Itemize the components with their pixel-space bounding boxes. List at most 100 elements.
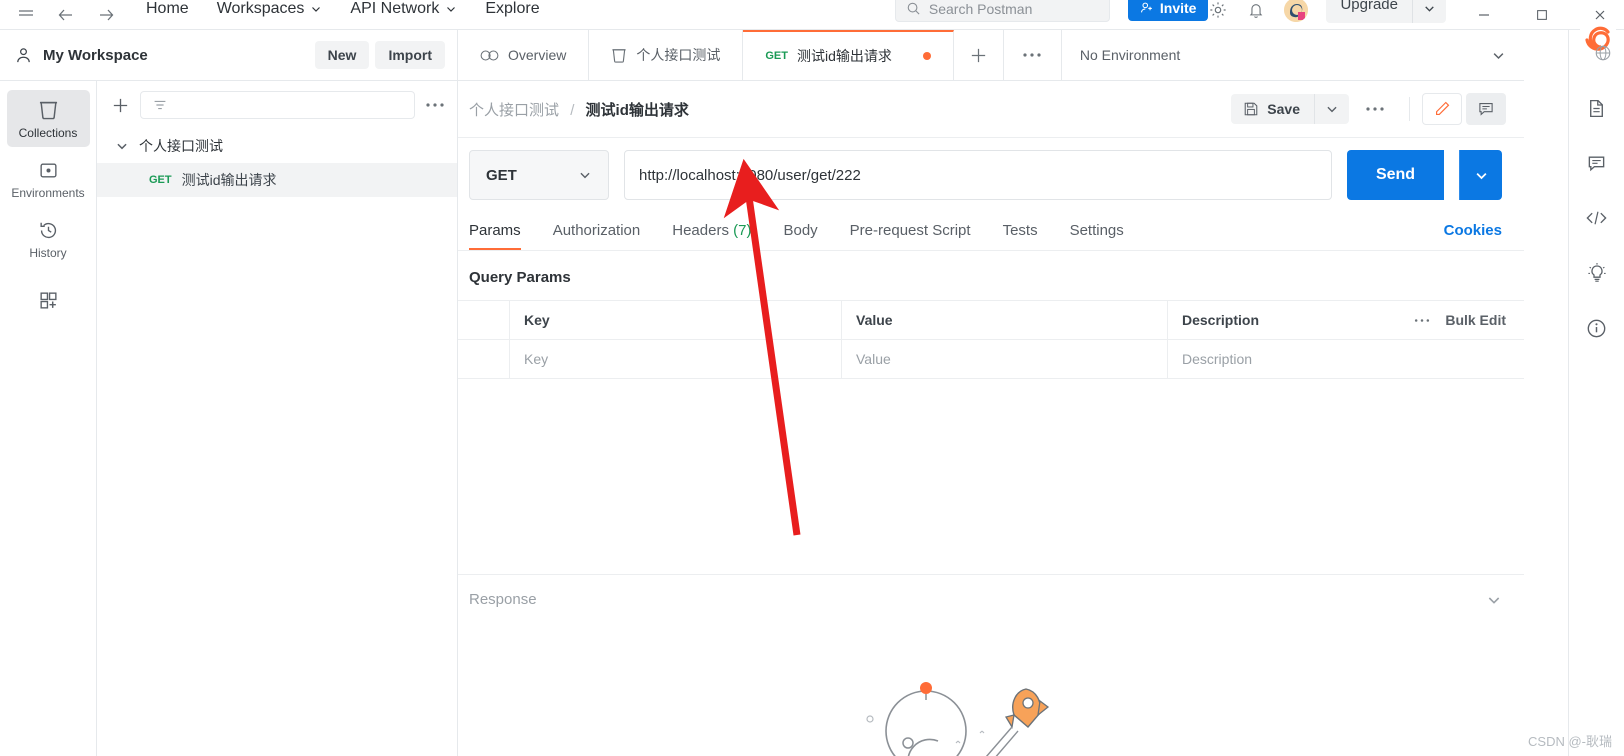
- sidebar-item-history-label: History: [29, 246, 67, 260]
- save-disk-icon: [1243, 101, 1259, 117]
- window-minimize-button[interactable]: [1464, 0, 1504, 29]
- nav-link-workspaces[interactable]: Workspaces: [203, 0, 337, 18]
- table-row[interactable]: Key Value Description: [458, 340, 1524, 379]
- url-text: http://localhost:8080/user/get/222: [639, 166, 861, 184]
- workspace-name: My Workspace: [43, 46, 148, 64]
- edit-request-button[interactable]: [1422, 93, 1462, 125]
- collections-more-button[interactable]: [425, 102, 445, 108]
- tab-pre-request-script[interactable]: Pre-request Script: [850, 222, 971, 250]
- code-snippet-icon[interactable]: [1585, 208, 1608, 228]
- tab-overview[interactable]: Overview: [458, 30, 590, 80]
- send-options-button[interactable]: [1459, 150, 1502, 200]
- sidebar-item-environments-label: Environments: [11, 186, 85, 200]
- gear-icon[interactable]: [1208, 0, 1228, 20]
- table-more-button[interactable]: [1413, 318, 1431, 323]
- empty-response-illustration: [858, 671, 1078, 756]
- table-header-row: Key Value Description Bulk Edit: [458, 301, 1524, 340]
- row-checkbox-cell[interactable]: [458, 340, 510, 378]
- tab-params-label: Params: [469, 222, 521, 239]
- send-button[interactable]: Send: [1347, 150, 1444, 200]
- sidebar-item-environments[interactable]: Environments: [7, 151, 90, 207]
- watermark-text: CSDN @-耿瑞: [1528, 734, 1612, 749]
- collection-folder-name: 个人接口测试: [139, 138, 223, 154]
- invite-label: Invite: [1159, 0, 1197, 16]
- chevron-down-icon[interactable]: [115, 139, 129, 153]
- save-button[interactable]: Save: [1231, 94, 1314, 124]
- tab-headers[interactable]: Headers (7): [672, 222, 751, 250]
- tab-body[interactable]: Body: [783, 222, 817, 250]
- avatar[interactable]: [1284, 0, 1309, 22]
- nav-link-home[interactable]: Home: [132, 0, 203, 18]
- request-header-bar: 个人接口测试 / 测试id输出请求 Save: [458, 81, 1524, 138]
- collections-filter-input[interactable]: [140, 91, 415, 119]
- back-arrow-icon[interactable]: [56, 5, 76, 25]
- header-checkbox-cell: [458, 301, 510, 339]
- request-method-label: GET: [149, 174, 172, 186]
- bulk-edit-button[interactable]: Bulk Edit: [1445, 312, 1506, 328]
- save-options-button[interactable]: [1314, 94, 1349, 124]
- sidebar-item-history[interactable]: History: [7, 211, 90, 267]
- save-label: Save: [1267, 101, 1300, 117]
- url-input[interactable]: http://localhost:8080/user/get/222: [624, 150, 1332, 200]
- request-more-button[interactable]: [1349, 106, 1401, 112]
- breadcrumb-separator: /: [570, 101, 575, 119]
- new-tab-button[interactable]: [954, 30, 1004, 80]
- search-input[interactable]: Search Postman: [894, 0, 1110, 22]
- tab-body-label: Body: [783, 222, 818, 239]
- tab-params[interactable]: Params: [469, 222, 521, 250]
- forward-arrow-icon[interactable]: [96, 5, 116, 25]
- breadcrumb-current: 测试id输出请求: [585, 101, 689, 119]
- comment-request-button[interactable]: [1466, 93, 1506, 125]
- add-collection-button[interactable]: [111, 96, 130, 115]
- bell-icon[interactable]: [1246, 0, 1266, 20]
- collection-request-row[interactable]: GET 测试id输出请求: [97, 163, 457, 197]
- unsaved-changes-dot: [922, 52, 931, 60]
- cookies-link[interactable]: Cookies: [1444, 222, 1502, 250]
- chevron-down-icon: [447, 6, 456, 12]
- info-lightbulb-icon[interactable]: [1586, 262, 1608, 284]
- query-params-table: Key Value Description Bulk Edit Key Valu…: [458, 300, 1524, 379]
- upgrade-button[interactable]: Upgrade: [1326, 0, 1446, 23]
- response-label: Response: [469, 591, 537, 608]
- overview-icon: [480, 48, 499, 63]
- info-icon[interactable]: [1586, 318, 1607, 339]
- sidebar-item-collections[interactable]: Collections: [6, 90, 90, 147]
- request-main-panel: 个人接口测试 / 测试id输出请求 Save GET http://localh…: [458, 81, 1524, 756]
- documentation-icon[interactable]: [1586, 98, 1607, 119]
- hamburger-icon[interactable]: [16, 5, 36, 25]
- chevron-down-icon[interactable]: [1412, 0, 1446, 23]
- collection-folder-row[interactable]: 个人接口测试: [97, 129, 457, 163]
- send-label: Send: [1375, 166, 1416, 183]
- row-value-input[interactable]: Value: [842, 340, 1168, 378]
- row-key-input[interactable]: Key: [510, 340, 842, 378]
- right-rail: [1568, 30, 1624, 756]
- nav-link-api-network[interactable]: API Network: [336, 0, 471, 18]
- new-button[interactable]: New: [314, 41, 370, 69]
- http-method-select[interactable]: GET: [469, 150, 609, 200]
- tab-collection[interactable]: 个人接口测试: [589, 30, 744, 80]
- tab-settings[interactable]: Settings: [1070, 222, 1124, 250]
- globe-icon[interactable]: [1594, 44, 1612, 67]
- header-divider: [1409, 97, 1410, 121]
- invite-button[interactable]: Invite: [1127, 0, 1209, 21]
- window-maximize-button[interactable]: [1522, 0, 1562, 29]
- import-button[interactable]: Import: [375, 41, 445, 69]
- pencil-icon: [1433, 100, 1451, 118]
- nav-link-explore[interactable]: Explore: [471, 0, 553, 18]
- top-navigation-bar: Home Workspaces API Network Explore Sear…: [0, 0, 1624, 30]
- tabs-more-button[interactable]: [1004, 30, 1062, 80]
- comments-icon[interactable]: [1586, 153, 1607, 174]
- tab-headers-count: (7): [733, 222, 752, 239]
- breadcrumb-parent[interactable]: 个人接口测试: [469, 102, 559, 119]
- sidebar-item-add-apps[interactable]: [7, 281, 90, 318]
- query-params-title: Query Params: [469, 269, 571, 286]
- chevron-down-icon: [1493, 52, 1504, 59]
- invite-person-icon: [1140, 2, 1152, 12]
- tab-request-active[interactable]: GET 测试id输出请求: [743, 30, 954, 80]
- tab-strip: Overview 个人接口测试 GET 测试id输出请求 No Environm…: [458, 30, 1524, 81]
- tab-authorization[interactable]: Authorization: [553, 222, 641, 250]
- environment-selector[interactable]: No Environment: [1062, 30, 1524, 80]
- tab-tests[interactable]: Tests: [1003, 222, 1038, 250]
- chevron-down-icon[interactable]: [1486, 592, 1502, 608]
- row-description-input[interactable]: Description: [1168, 340, 1524, 378]
